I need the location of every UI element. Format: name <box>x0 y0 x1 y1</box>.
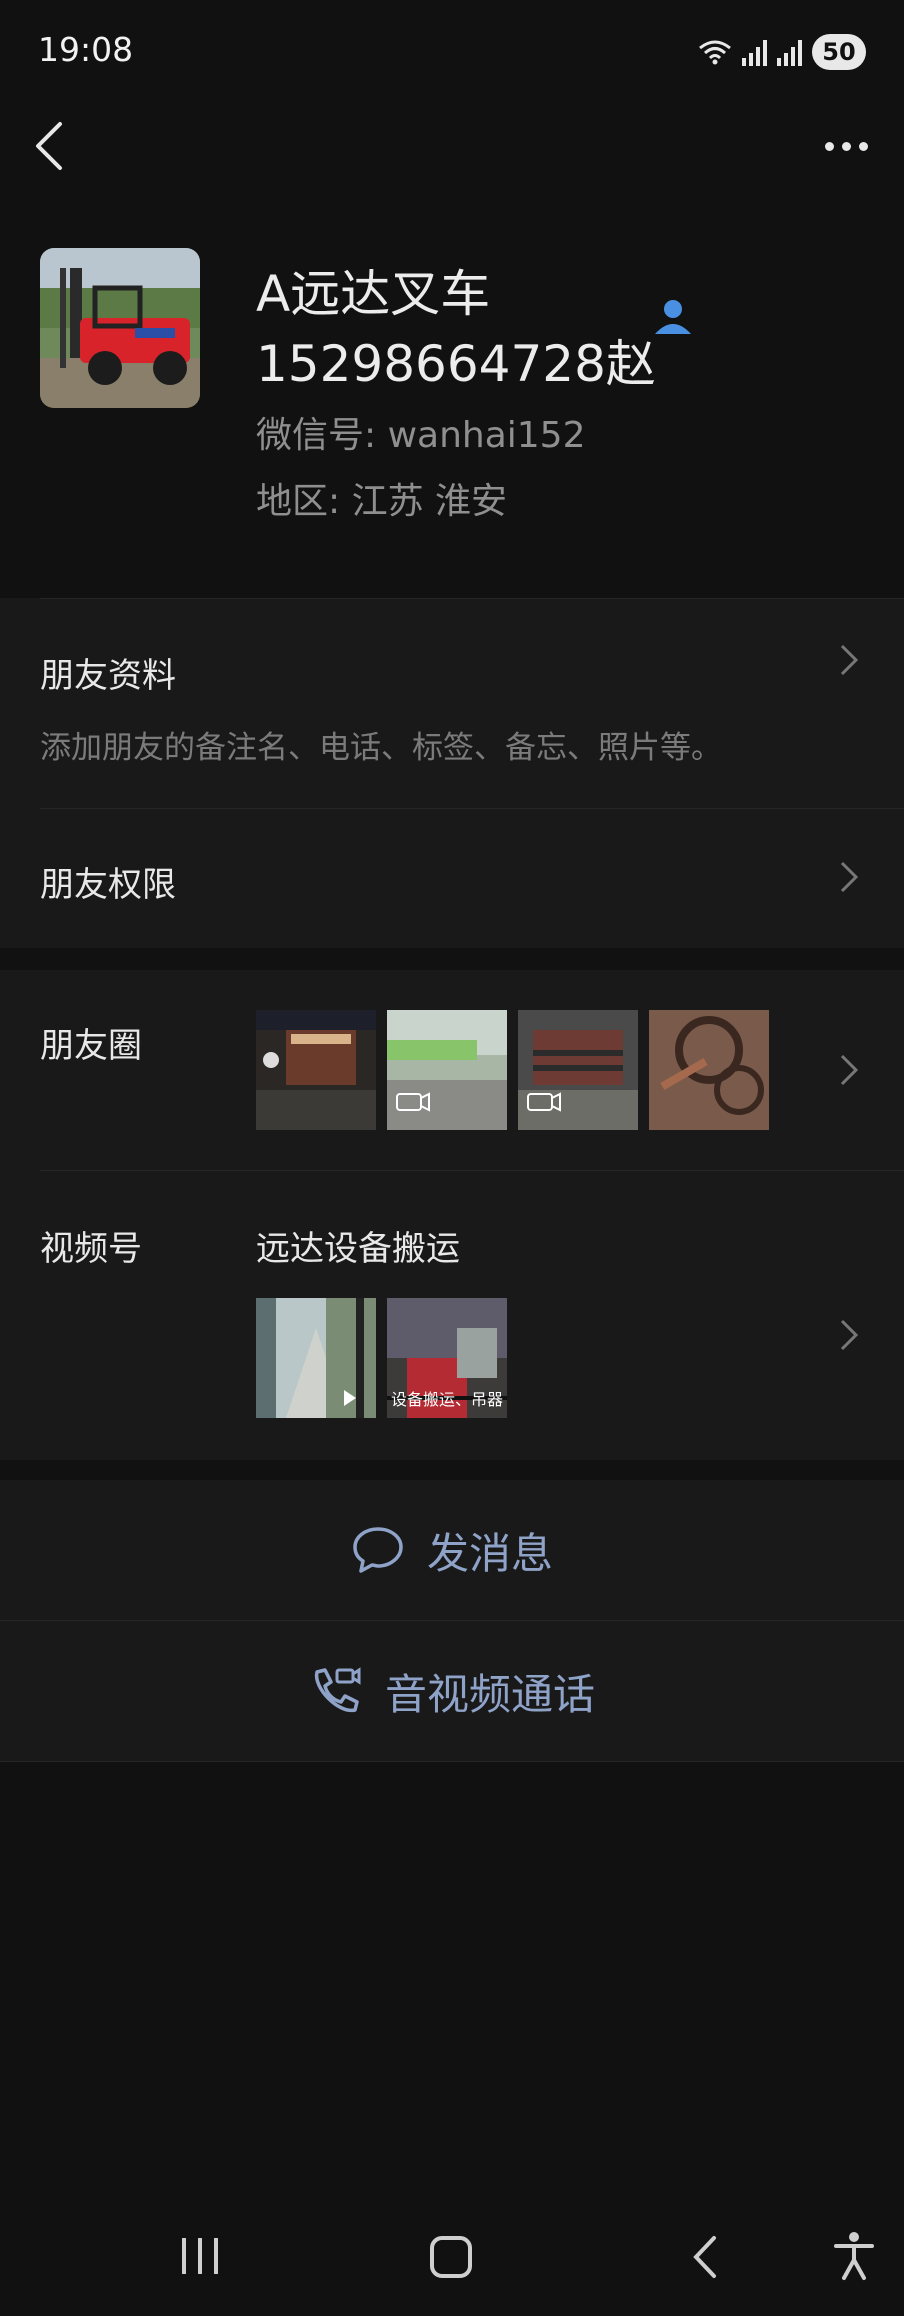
friend-info-row[interactable]: 朋友资料 添加朋友的备注名、电话、标签、备忘、照片等。 <box>0 598 904 808</box>
contact-name: A远达叉车 <box>256 265 491 323</box>
friend-permissions-title: 朋友权限 <box>40 865 176 905</box>
channel-video-thumbnail: 设备搬运、吊器 <box>387 1298 507 1418</box>
channel-thumb-caption: 设备搬运、吊器 <box>391 1390 504 1409</box>
video-call-button[interactable]: 音视频通话 <box>0 1621 904 1761</box>
region: 地区: 江苏 淮安 <box>256 481 508 522</box>
channels-row[interactable]: 视频号 远达设备搬运 设备搬运、吊器 <box>0 1171 904 1460</box>
chat-bubble-icon <box>353 1527 403 1573</box>
channel-video-thumbnail <box>256 1298 376 1418</box>
contact-name-line2: 15298664728赵 <box>256 335 656 393</box>
chevron-right-icon <box>840 1319 859 1351</box>
social-card: 朋友圈 视频号 远达设备搬运 设备搬运、吊器 <box>0 970 904 1460</box>
status-icons: 50 <box>698 30 866 74</box>
video-call-icon <box>314 1667 361 1713</box>
moments-title: 朋友圈 <box>40 1026 142 1066</box>
battery-indicator: 50 <box>812 34 866 70</box>
dot <box>824 141 834 151</box>
back-button[interactable] <box>30 118 70 174</box>
signal-icon-1 <box>742 38 767 66</box>
send-message-label: 发消息 <box>426 1528 553 1578</box>
wifi-icon <box>699 40 731 65</box>
moment-thumbnail <box>649 1010 769 1130</box>
moment-thumbnail <box>518 1010 638 1130</box>
home-button[interactable] <box>428 2234 474 2280</box>
dot <box>841 141 851 151</box>
more-options-button[interactable] <box>818 126 874 166</box>
channel-name: 远达设备搬运 <box>256 1229 460 1269</box>
moments-row[interactable]: 朋友圈 <box>0 970 904 1170</box>
contact-person-icon <box>655 300 691 334</box>
avatar[interactable] <box>40 248 200 408</box>
channels-title: 视频号 <box>40 1229 142 1269</box>
friend-info-subtitle: 添加朋友的备注名、电话、标签、备忘、照片等。 <box>40 730 722 766</box>
chevron-right-icon <box>840 644 859 676</box>
send-message-button[interactable]: 发消息 <box>0 1480 904 1620</box>
dot <box>858 141 868 151</box>
accessibility-icon[interactable] <box>832 2230 876 2282</box>
moment-thumbnail <box>387 1010 507 1130</box>
friend-permissions-row[interactable]: 朋友权限 <box>0 809 904 948</box>
status-time: 19:08 <box>38 30 134 69</box>
chevron-right-icon <box>840 861 859 893</box>
wechat-id: 微信号: wanhai152 <box>256 415 586 456</box>
recent-apps-button[interactable] <box>178 2234 222 2278</box>
system-back-button[interactable] <box>690 2234 720 2280</box>
signal-icon-2 <box>777 38 802 66</box>
friend-info-title: 朋友资料 <box>40 656 176 696</box>
chevron-right-icon <box>840 1054 859 1086</box>
system-nav-bar <box>0 2200 904 2316</box>
friend-settings-card: 朋友资料 添加朋友的备注名、电话、标签、备忘、照片等。 朋友权限 <box>0 598 904 948</box>
moment-thumbnail <box>256 1010 376 1130</box>
video-call-label: 音视频通话 <box>384 1669 595 1719</box>
